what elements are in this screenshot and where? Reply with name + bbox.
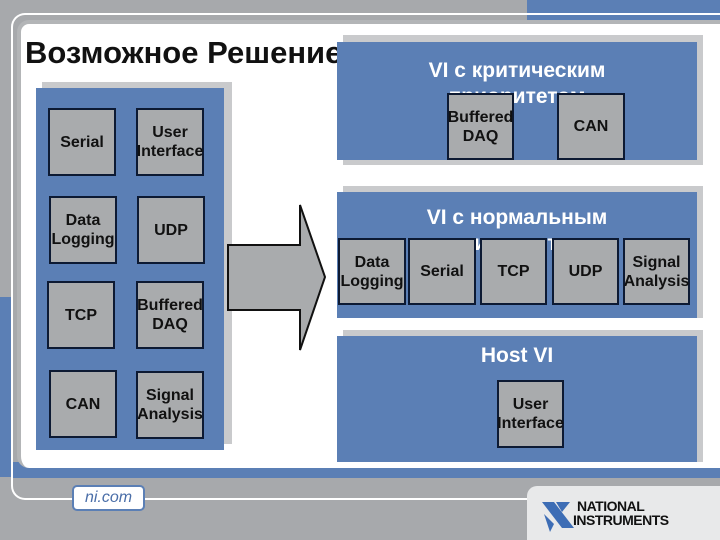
logo-text-instruments: INSTRUMENTS (573, 512, 669, 528)
tile-data-logging: Data Logging (49, 196, 117, 264)
tile-can: CAN (49, 370, 117, 438)
tile-can: CAN (557, 93, 625, 160)
critical-priority-box: VI с критическим приоритетом Buffered DA… (337, 42, 697, 160)
tile-udp: UDP (137, 196, 205, 264)
tile-signal-analysis: Signal Analysis (623, 238, 690, 305)
tile-user-interface: User Interface (136, 108, 204, 176)
tile-user-interface: User Interface (497, 380, 564, 448)
normal-priority-box: VI с нормальным приоритетом Data Logging… (337, 192, 697, 318)
slide-title: Возможное Решение (25, 35, 343, 70)
ni-com-link[interactable]: ni.com (72, 485, 145, 511)
host-vi-box: Host VI User Interface (337, 336, 697, 462)
normal-box-title: VI с нормальным (426, 206, 608, 229)
tile-data-logging: Data Logging (338, 238, 406, 305)
tile-buffered-daq: Buffered DAQ (136, 281, 204, 349)
tile-tcp: TCP (480, 238, 547, 305)
tile-serial: Serial (48, 108, 116, 176)
tile-serial: Serial (408, 238, 476, 305)
host-box-title: Host VI (480, 344, 554, 367)
tile-signal-analysis: Signal Analysis (136, 371, 204, 439)
ni-logo-icon (542, 502, 574, 532)
critical-box-title: VI с критическим (428, 59, 606, 82)
tile-udp: UDP (552, 238, 619, 305)
tile-tcp: TCP (47, 281, 115, 349)
critical-box-subtitle: приоритетом (448, 85, 586, 108)
arrow-right-icon (227, 204, 327, 351)
tile-buffered-daq: Buffered DAQ (447, 93, 514, 160)
left-box: Serial User Interface Data Logging UDP T… (36, 88, 224, 450)
